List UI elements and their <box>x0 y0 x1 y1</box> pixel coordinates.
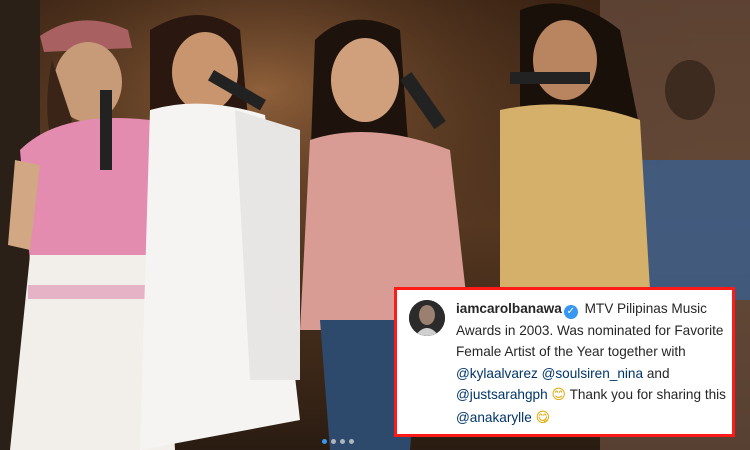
yum-face-emoji: 😋 <box>535 409 551 426</box>
caption-text: iamcarolbanawa ✓ MTV Pilipinas Music Awar… <box>456 298 728 430</box>
smiling-face-emoji: 😊 <box>551 387 567 404</box>
mention-link[interactable]: @anakarylle <box>456 410 532 425</box>
username-link[interactable]: iamcarolbanawa <box>456 301 562 316</box>
carousel-dots <box>322 431 358 449</box>
carousel-dot[interactable] <box>349 439 354 444</box>
carousel-dot[interactable] <box>340 439 345 444</box>
user-avatar[interactable] <box>409 300 445 336</box>
carousel-dot[interactable] <box>331 439 336 444</box>
caption-conjunction: and <box>646 365 670 381</box>
mention-link[interactable]: @justsarahgph <box>456 387 548 402</box>
verified-badge-icon: ✓ <box>563 305 578 319</box>
caption-thanks: Thank you for sharing this <box>569 387 726 403</box>
carousel-dot[interactable] <box>322 439 327 444</box>
mention-link[interactable]: @kylaalvarez <box>456 366 538 381</box>
mention-link[interactable]: @soulsiren_nina <box>542 366 643 381</box>
instagram-caption-card: iamcarolbanawa ✓ MTV Pilipinas Music Awar… <box>394 287 735 437</box>
